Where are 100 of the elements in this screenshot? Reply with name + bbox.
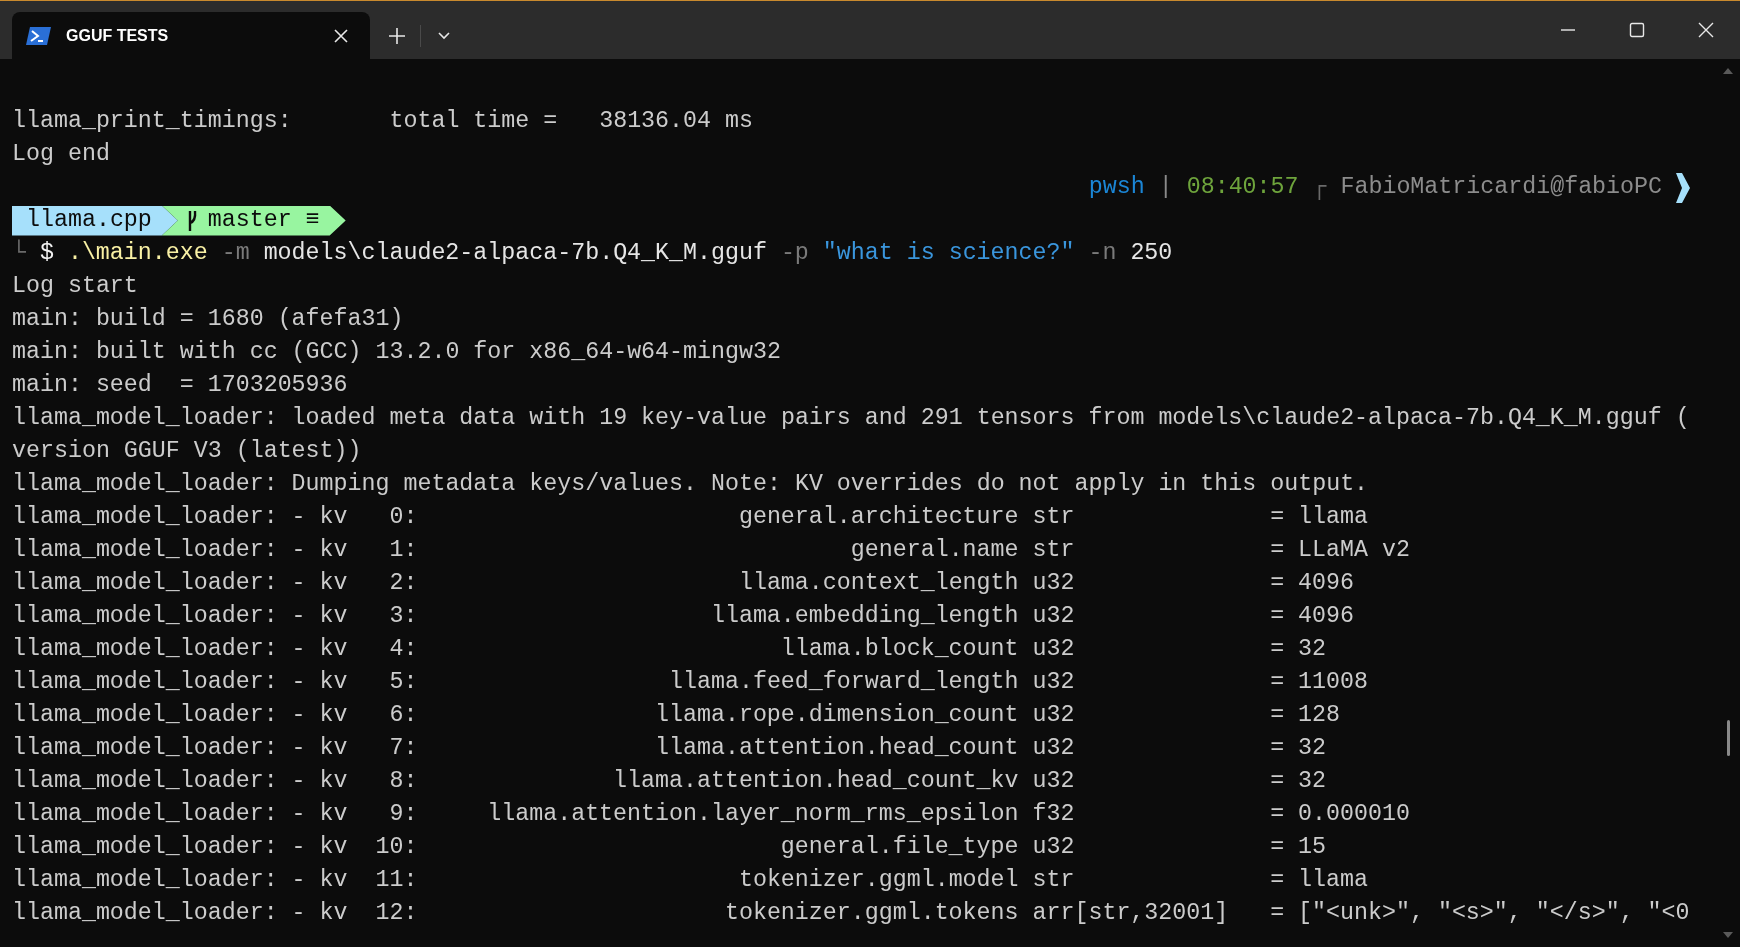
kv-index: 11: [374,866,418,895]
terminal-line: version GGUF V3 (latest)) [12,437,362,466]
kv-value: = 11008 [1270,668,1368,697]
terminal-tab[interactable]: GGUF TESTS [12,12,370,59]
log-prefix: llama_model_loader: - kv [12,734,348,763]
terminal-prompt-icon [26,25,52,46]
kv-value: = 32 [1270,635,1327,664]
kv-type: u32 [1032,734,1076,763]
prompt-sign: $ [39,239,54,268]
log-prefix: llama_model_loader: - kv [12,503,348,532]
log-prefix: llama_model_loader: - kv [12,800,348,829]
kv-index: 8: [388,767,418,796]
kv-key: llama.attention.head_count [431,732,1019,765]
prompt-user: FabioMatricardi@fabioPC [1340,173,1663,202]
kv-value: = llama [1270,866,1368,895]
scroll-up-icon[interactable] [1722,67,1734,75]
log-prefix: llama_model_loader: - kv [12,866,348,895]
scrollbar-thumb[interactable] [1726,720,1730,756]
terminal-line: main: build = 1680 (afefa31) [12,305,404,334]
kv-type: arr[str,32001] [1032,899,1230,928]
log-prefix: llama_model_loader: - kv [12,569,348,598]
kv-type: u32 [1032,602,1076,631]
kv-index: 9: [388,800,418,829]
kv-key: general.architecture [431,501,1019,534]
kv-key: llama.context_length [431,567,1019,600]
terminal-line: Log start [12,272,138,301]
tab-title: GGUF TESTS [66,26,170,45]
kv-key: general.name [431,534,1019,567]
option-label: -p [780,239,809,268]
kv-value: = LLaMA v2 [1270,536,1410,565]
kv-key: llama.attention.layer_norm_rms_epsilon [431,798,1019,831]
kv-index: 10: [374,833,418,862]
chevron-icon [1676,172,1690,203]
option-label: -n [1088,239,1117,268]
terminal-line: Log end [12,140,110,169]
kv-index: 6: [388,701,418,730]
log-prefix: llama_model_loader: - kv [12,602,348,631]
argument-text: models\claude2-alpaca-7b.Q4_K_M.gguf [263,239,767,268]
scroll-down-icon[interactable] [1722,931,1734,939]
option-label: -m [221,239,250,268]
log-prefix: llama_model_loader: - kv [12,833,348,862]
kv-type: str [1032,536,1076,565]
terminal-line: main: seed = 1703205936 [12,371,348,400]
kv-key: llama.embedding_length [431,600,1019,633]
kv-index: 2: [388,569,418,598]
kv-index: 12: [374,899,418,928]
kv-key: llama.block_count [431,633,1019,666]
corner-glyph: └ [12,238,26,268]
close-icon [1697,22,1714,38]
kv-type: str [1032,503,1076,532]
kv-index: 5: [388,668,418,697]
log-prefix: llama_model_loader: - kv [12,635,348,664]
minimize-icon [1559,29,1576,31]
kv-value: = 4096 [1270,602,1355,631]
close-icon [333,27,349,44]
kv-type: u32 [1032,668,1076,697]
kv-index: 0: [388,503,418,532]
prompt-corner: ┌ [1312,173,1327,202]
path-segment: llama.cpp [12,205,178,236]
kv-value: = 32 [1270,767,1327,796]
kv-type: f32 [1032,800,1076,829]
kv-value: = ["<unk>", "<s>", "</s>", "<0 [1270,899,1690,928]
log-prefix: llama_model_loader: - kv [12,767,348,796]
plus-icon [388,26,406,45]
kv-type: u32 [1032,569,1076,598]
terminal-line: llama_print_timings: total time = 38136.04 ms [12,107,753,136]
kv-key: tokenizer.ggml.model [431,864,1019,897]
prompt-sep: | [1158,173,1173,202]
kv-value: = 0.000010 [1270,800,1410,829]
kv-value: = 15 [1270,833,1327,862]
log-prefix: llama_model_loader: - kv [12,899,348,928]
terminal-line: llama_model_loader: loaded meta data with 19 key-value pairs and 291 tensors from models\claude2-alpaca-7b.Q4_K_M.gguf ( [12,404,1690,433]
command-name: .\main.exe [67,239,208,268]
log-prefix: llama_model_loader: - kv [12,701,348,730]
kv-index: 7: [388,734,418,763]
terminal-line: main: built with cc (GCC) 13.2.0 for x86_64-w64-mingw32 [12,338,781,367]
kv-index: 4: [388,635,418,664]
log-prefix: llama_model_loader: - kv [12,536,348,565]
kv-type: u32 [1032,767,1076,796]
kv-value: = 128 [1270,701,1341,730]
prompt-shell: pwsh [1088,173,1145,202]
kv-type: str [1032,866,1076,895]
kv-key: llama.rope.dimension_count [431,699,1019,732]
quoted-argument: "what is science?" [822,239,1075,268]
kv-type: u32 [1032,833,1076,862]
kv-index: 1: [388,536,418,565]
kv-key: tokenizer.ggml.tokens [431,897,1019,930]
prompt-time: 08:40:57 [1186,173,1299,202]
kv-key: llama.feed_forward_length [431,666,1019,699]
kv-type: u32 [1032,701,1076,730]
kv-type: u32 [1032,635,1076,664]
log-prefix: llama_model_loader: - kv [12,668,348,697]
kv-key: llama.attention.head_count_kv [431,765,1019,798]
git-branch-segment: master ≡ [161,205,346,236]
kv-value: = llama [1270,503,1368,532]
kv-key: general.file_type [431,831,1019,864]
kv-value: = 4096 [1270,569,1355,598]
maximize-icon [1628,22,1645,38]
kv-index: 3: [388,602,418,631]
kv-value: = 32 [1270,734,1327,763]
